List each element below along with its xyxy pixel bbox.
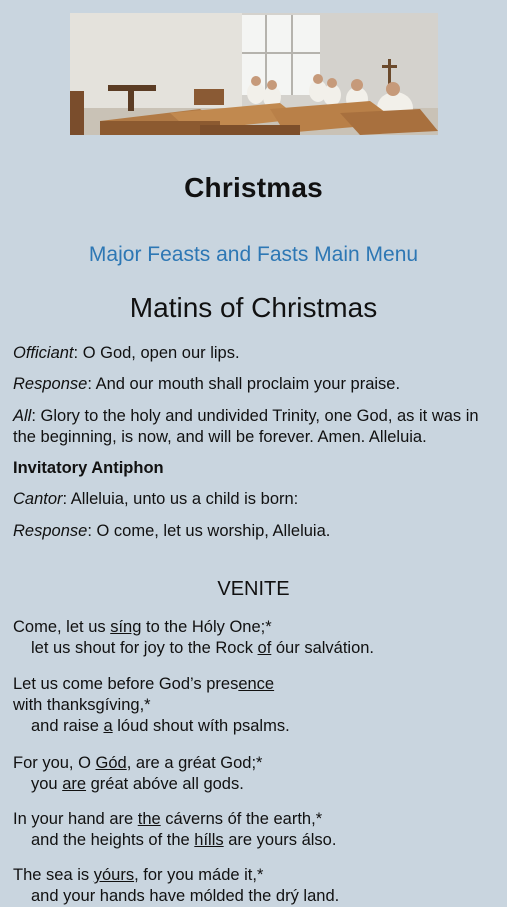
- accent-text: Gód: [95, 754, 127, 772]
- response-line: Response: And our mouth shall proclaim y…: [13, 374, 400, 395]
- verse-text: and the heights of the: [31, 831, 195, 849]
- main-menu-link[interactable]: Major Feasts and Fasts Main Menu: [0, 243, 507, 267]
- verse-text: cáverns óf the earth,*: [160, 810, 323, 828]
- header-image: [70, 13, 438, 135]
- psalm-verse-5: The sea is yóurs, for you máde it,* and …: [13, 865, 339, 907]
- psalm-verse-1: Come, let us síng to the Hóly One;* let …: [13, 617, 374, 659]
- invitatory-heading: Invitatory Antiphon: [13, 459, 164, 477]
- accent-text: a: [103, 717, 113, 735]
- verse-text: gréat abóve all gods.: [86, 775, 244, 793]
- verse-text: are yours álso.: [223, 831, 337, 849]
- verse-text: Let us come before God’s pres: [13, 675, 239, 693]
- page-title: Christmas: [184, 172, 323, 203]
- accent-text: yóurs: [93, 866, 135, 884]
- officiant-line: Officiant: O God, open our lips.: [13, 343, 240, 364]
- role-label: Officiant: [13, 344, 74, 362]
- accent-text: of: [257, 639, 272, 657]
- accent-text: ence: [238, 675, 275, 693]
- accent-text: síng: [110, 618, 142, 636]
- line-text-cont: the beginning, is now, and will be forev…: [13, 428, 427, 446]
- verse-text: and raise: [31, 717, 104, 735]
- line-text: : Alleluia, unto us a child is born:: [62, 490, 299, 508]
- role-label: All: [13, 407, 32, 425]
- verse-text: The sea is: [13, 866, 94, 884]
- accent-text: the: [137, 810, 161, 828]
- verse-text: you: [31, 775, 63, 793]
- section-title: Matins of Christmas: [129, 292, 378, 323]
- accent-text: hílls: [194, 831, 224, 849]
- psalm-verse-2: Let us come before God’s presence with t…: [13, 674, 290, 737]
- verse-text: In your hand are: [13, 810, 138, 828]
- cantor-line: Cantor: Alleluia, unto us a child is bor…: [13, 489, 298, 510]
- verse-text: , for you máde it,*: [134, 866, 264, 884]
- line-text: : O God, open our lips.: [73, 344, 240, 362]
- verse-text: Come, let us: [13, 618, 111, 636]
- all-line: All: Glory to the holy and undivided Tri…: [13, 406, 479, 448]
- role-label: Cantor: [13, 490, 63, 508]
- verse-text: óur salvátion.: [271, 639, 375, 657]
- role-label: Response: [13, 522, 88, 540]
- role-label: Response: [13, 375, 88, 393]
- verse-text: For you, O: [13, 754, 96, 772]
- verse-text: to the Hóly One;*: [141, 618, 272, 636]
- psalm-verse-3: For you, O Gód, are a gréat God;* you ar…: [13, 753, 262, 795]
- verse-text: lóud shout wíth psalms.: [112, 717, 290, 735]
- line-text: : And our mouth shall proclaim your prai…: [87, 375, 401, 393]
- verse-text: let us shout for joy to the Rock: [31, 639, 258, 657]
- verse-text: and your hands have mólded the drý land.: [31, 887, 340, 905]
- line-text: : O come, let us worship, Alleluia.: [87, 522, 331, 540]
- psalm-verse-4: In your hand are the cáverns óf the eart…: [13, 809, 336, 851]
- verse-text: with thanksgíving,*: [13, 696, 151, 714]
- verse-text: , are a gréat God;*: [126, 754, 263, 772]
- response-line-2: Response: O come, let us worship, Allelu…: [13, 521, 330, 542]
- line-text: : Glory to the holy and undivided Trinit…: [31, 407, 479, 425]
- chapel-photo: [70, 13, 438, 135]
- psalm-title: VENITE: [217, 578, 290, 600]
- accent-text: are: [62, 775, 87, 793]
